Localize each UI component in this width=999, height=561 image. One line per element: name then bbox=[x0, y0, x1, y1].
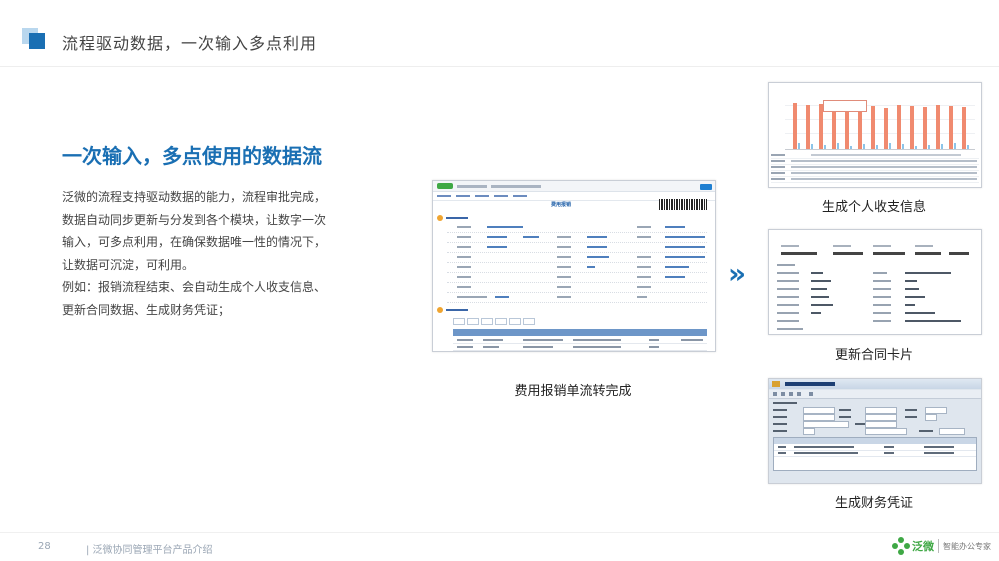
chart-bar-secondary bbox=[824, 145, 826, 149]
chart-bar bbox=[858, 107, 862, 149]
expense-form-screenshot: 费用报销 bbox=[432, 180, 716, 352]
expense-form-caption: 费用报销单流转完成 bbox=[514, 384, 632, 399]
description-text: 泛微的流程支持驱动数据的能力，流程审批完成，数据自动同步更新与分发到各个模块，让… bbox=[62, 186, 332, 321]
page-title: 流程驱动数据，一次输入多点利用 bbox=[62, 34, 318, 53]
personal-income-chart-screenshot bbox=[768, 82, 982, 188]
chart-legend-box bbox=[823, 100, 867, 112]
voucher-toolbar bbox=[769, 390, 981, 399]
chart-bar bbox=[923, 107, 927, 149]
chart-bar bbox=[936, 105, 940, 149]
detail-section-marker-icon bbox=[437, 307, 443, 313]
footer-divider bbox=[0, 532, 999, 533]
description-paragraph-2: 例如：报销流程结束、会自动生成个人收支信息、更新合同数据、生成财务凭证； bbox=[62, 280, 327, 317]
chart-bar bbox=[962, 107, 966, 149]
chart-bar-secondary bbox=[837, 143, 839, 149]
weaver-logo bbox=[437, 183, 453, 189]
chart-bar-secondary bbox=[811, 144, 813, 149]
chart-bar bbox=[949, 106, 953, 149]
financial-voucher-caption: 生成财务凭证 bbox=[834, 496, 913, 511]
section-heading: 一次输入，多点使用的数据流 bbox=[62, 144, 322, 168]
contract-card-caption: 更新合同卡片 bbox=[834, 348, 913, 363]
chart-bar bbox=[884, 108, 888, 149]
weaver-footer-logo: 泛微 智能办公专家 bbox=[892, 537, 991, 555]
chart-bar-secondary bbox=[941, 144, 943, 149]
header-decor-square bbox=[29, 33, 45, 49]
chart-bar-secondary bbox=[889, 143, 891, 149]
form-title: 费用报销 bbox=[551, 202, 572, 208]
chart-bar-secondary bbox=[798, 143, 800, 149]
section-label bbox=[446, 217, 468, 219]
voucher-titlebar bbox=[769, 379, 981, 389]
page-number: 28 bbox=[38, 541, 51, 552]
double-chevron-right-icon: » bbox=[728, 257, 746, 290]
chart-bar-secondary bbox=[902, 144, 904, 149]
section-marker-icon bbox=[437, 215, 443, 221]
detail-section-label bbox=[446, 309, 468, 311]
chart-bar bbox=[832, 106, 836, 149]
weaver-flower-icon bbox=[892, 537, 910, 555]
chart-bar-secondary bbox=[863, 144, 865, 149]
form-topbar bbox=[433, 181, 715, 192]
chart-bar bbox=[871, 106, 875, 149]
description-paragraph-1: 泛微的流程支持驱动数据的能力，流程审批完成，数据自动同步更新与分发到各个模块，让… bbox=[62, 190, 327, 272]
chart-bar bbox=[793, 103, 797, 149]
sap-app-icon bbox=[772, 381, 780, 387]
chart-bar-secondary bbox=[876, 145, 878, 149]
chart-bar-secondary bbox=[954, 143, 956, 149]
submit-button-icon bbox=[700, 184, 712, 190]
income-bar-chart bbox=[785, 93, 975, 150]
detail-table-header bbox=[453, 329, 707, 336]
chart-bar-secondary bbox=[915, 146, 917, 149]
footer-text: | 泛微协同管理平台产品介绍 bbox=[86, 545, 213, 556]
chart-bar-secondary bbox=[850, 146, 852, 149]
brand-slogan: 智能办公专家 bbox=[943, 541, 991, 551]
detail-subtabs bbox=[453, 318, 537, 325]
chart-bar bbox=[897, 105, 901, 149]
chart-bar bbox=[910, 106, 914, 149]
income-info-caption: 生成个人收支信息 bbox=[821, 200, 926, 215]
chart-bar-secondary bbox=[928, 145, 930, 149]
chart-bar-secondary bbox=[967, 145, 969, 149]
barcode-icon bbox=[659, 199, 707, 210]
financial-voucher-screenshot bbox=[768, 378, 982, 484]
voucher-line-items bbox=[773, 437, 977, 471]
brand-name: 泛微 bbox=[912, 540, 934, 553]
header-divider bbox=[0, 66, 999, 67]
contract-card-screenshot bbox=[768, 229, 982, 335]
chart-bar bbox=[806, 105, 810, 149]
